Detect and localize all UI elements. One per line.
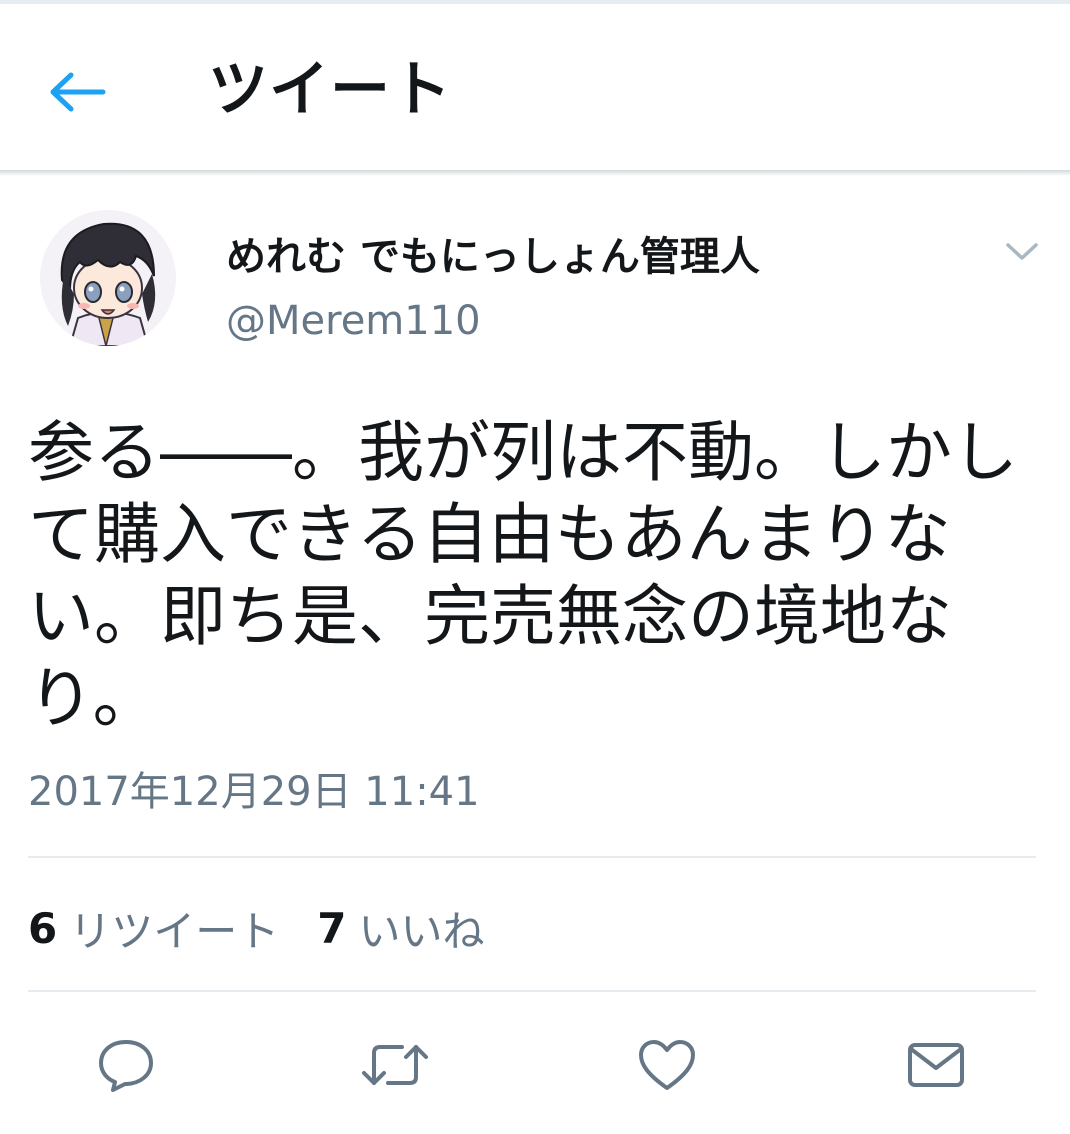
header-shadow [0, 170, 1070, 176]
reply-button[interactable] [91, 1030, 161, 1100]
divider [28, 990, 1036, 992]
tweet-menu-button[interactable] [1000, 234, 1044, 270]
page-title: ツイート [208, 55, 452, 125]
like-stat[interactable]: 7 いいね [317, 898, 484, 959]
like-label: いいね [358, 906, 485, 956]
retweet-icon [362, 1045, 428, 1085]
reply-icon [99, 1040, 153, 1092]
share-button[interactable] [901, 1030, 971, 1100]
chevron-down-icon [1006, 243, 1038, 260]
tweet-text: 参る――。我が列は不動。しかして購入できる自由もあんまりない。即ち是、完売無念の… [28, 414, 1018, 737]
author-display-name[interactable]: めれむ でもにっしょん管理人 [226, 230, 760, 284]
app-header: ツイート [0, 4, 1070, 170]
retweet-label: リツイート [69, 906, 280, 956]
tweet-timestamp[interactable]: 2017年12月29日 11:41 [28, 764, 480, 820]
like-button[interactable] [632, 1030, 702, 1100]
anime-character-avatar [40, 210, 176, 346]
retweet-button[interactable] [360, 1030, 430, 1100]
author-handle[interactable]: @Merem110 [226, 294, 481, 348]
retweet-stat[interactable]: 6 リツイート [28, 898, 279, 959]
divider [28, 856, 1036, 858]
envelope-icon [908, 1043, 964, 1087]
retweet-count: 6 [28, 903, 58, 953]
back-button[interactable] [40, 60, 116, 124]
like-count: 7 [317, 903, 347, 953]
tweet-stats: 6 リツイート 7 いいね [28, 898, 485, 958]
tweet-actions [0, 1030, 1070, 1100]
arrow-left-icon [50, 72, 106, 112]
avatar[interactable] [40, 210, 176, 346]
heart-icon [639, 1040, 695, 1090]
